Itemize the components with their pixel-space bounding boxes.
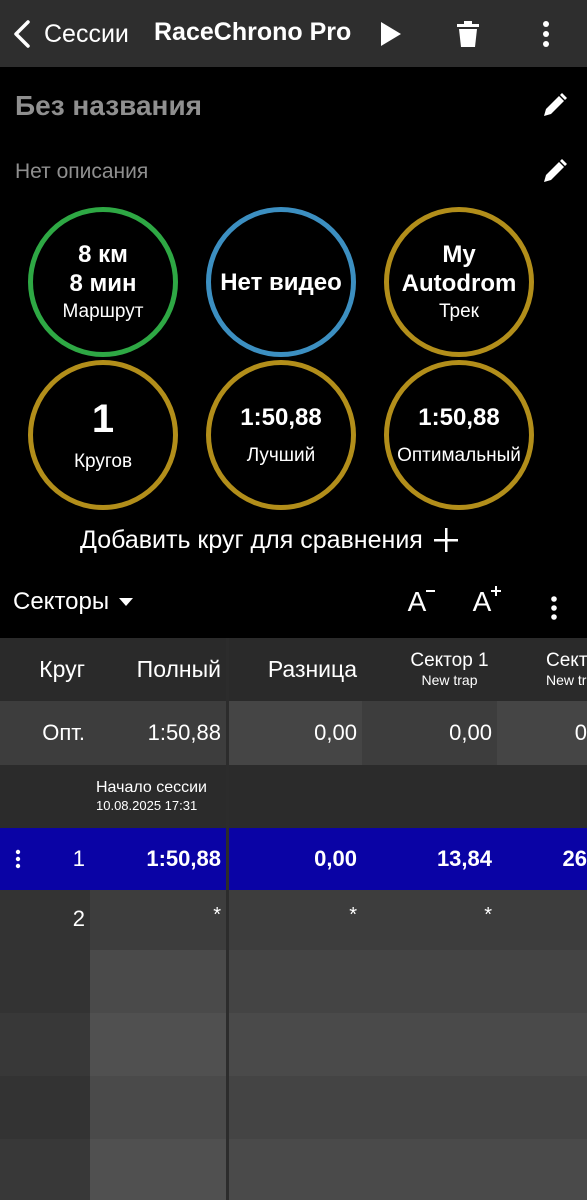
empty-full-cell [90, 1076, 226, 1139]
opt-full: 1:50,88 [147, 720, 221, 745]
lap-1-s1: 13,84 [436, 846, 492, 871]
header-diff[interactable]: Разница [226, 638, 362, 701]
empty-lap-cell [0, 1076, 90, 1139]
font-decrease-icon: A [407, 586, 427, 617]
sector-2-subtitle: New tr [546, 672, 587, 688]
empty-row [0, 950, 587, 1013]
view-mode-dropdown[interactable]: Секторы [13, 588, 134, 616]
font-increase-icon: A [472, 586, 492, 617]
play-button[interactable] [370, 14, 410, 54]
frozen-column-divider [226, 638, 229, 1200]
optimal-lap-label: Оптимальный [397, 444, 521, 466]
lap-1-diff: 0,00 [314, 846, 357, 871]
pencil-icon [544, 93, 567, 116]
lap-2-full: * [213, 904, 221, 926]
laps-circle[interactable]: 1 Кругов [28, 360, 178, 510]
session-start-label: Начало сессии 10.08.2025 17:31 [96, 779, 207, 815]
header-full[interactable]: Полный [90, 638, 226, 701]
video-status: Нет видео [220, 268, 342, 296]
best-lap-circle[interactable]: 1:50,88 Лучший [206, 360, 356, 510]
empty-row [0, 1076, 587, 1139]
lap-1-s2: 26 [562, 846, 587, 871]
more-vertical-icon [543, 21, 549, 47]
table-row[interactable]: 1 1:50,88 0,00 13,84 26 [0, 828, 587, 890]
table-row[interactable]: 2 * * * [0, 890, 587, 950]
route-distance: 8 км [78, 241, 128, 268]
lap-1-full: 1:50,88 [146, 846, 221, 871]
sector-2-title: Сект [546, 650, 587, 671]
sector-1-title: Сектор 1 [410, 650, 489, 671]
view-mode-label: Секторы [13, 588, 110, 615]
edit-name-button[interactable] [534, 86, 574, 126]
table-options-button[interactable] [532, 586, 576, 630]
empty-lap-cell [0, 1013, 90, 1076]
trash-icon [457, 21, 479, 47]
header-sector-2[interactable]: Сект New tr [542, 638, 587, 701]
route-label: Маршрут [62, 301, 144, 322]
caret-down-icon [119, 598, 134, 606]
empty-row [0, 1139, 587, 1200]
track-name-line2: Autodrom [401, 270, 517, 297]
optimal-row[interactable]: Опт. 1:50,88 0,00 0,00 0 [0, 701, 587, 765]
table-toolbar: Секторы A A [0, 578, 587, 636]
edit-description-button[interactable] [534, 152, 574, 192]
laps-table: Круг Полный Разница Сектор 1 New trap Се… [0, 638, 587, 1200]
plus-mark-icon [491, 586, 502, 596]
best-lap-label: Лучший [246, 444, 316, 466]
table-header: Круг Полный Разница Сектор 1 New trap Се… [0, 638, 587, 701]
empty-lap-cell [0, 950, 90, 1013]
back-button[interactable]: Сессии [10, 14, 140, 54]
lap-2-number: 2 [0, 890, 90, 950]
header-lap[interactable]: Круг [0, 638, 90, 701]
lap-2-s1: * [484, 904, 492, 926]
increase-font-button[interactable]: A [466, 586, 510, 630]
track-label: Трек [439, 301, 479, 322]
add-comparison-lap-label: Добавить круг для сравнения [80, 525, 423, 554]
empty-row [0, 1013, 587, 1076]
best-lap-time: 1:50,88 [240, 403, 322, 431]
session-name: Без названия [15, 90, 203, 121]
chevron-left-icon [14, 20, 30, 48]
lap-1-number: 1 [72, 846, 85, 871]
session-description: Нет описания [15, 160, 149, 183]
optimal-lap-time: 1:50,88 [418, 403, 500, 431]
route-circle[interactable]: 8 км 8 мин Маршрут [28, 207, 178, 357]
empty-lap-cell [0, 1139, 90, 1200]
track-circle[interactable]: My Autodrom Трек [384, 207, 534, 357]
decrease-font-button[interactable]: A [400, 586, 444, 630]
header-sector-1[interactable]: Сектор 1 New trap [362, 638, 542, 701]
back-label: Сессии [44, 19, 129, 48]
play-icon [381, 22, 401, 46]
optimal-lap-circle[interactable]: 1:50,88 Оптимальный [384, 360, 534, 510]
session-start-datetime: 10.08.2025 17:31 [96, 798, 198, 813]
lap-2-s2 [497, 890, 587, 950]
pencil-icon [544, 159, 567, 182]
track-name-line1: My [442, 241, 476, 268]
opt-s1: 0,00 [449, 720, 492, 745]
minus-mark-icon [426, 590, 436, 592]
add-comparison-lap-button[interactable]: Добавить круг для сравнения [80, 520, 459, 560]
opt-s2: 0 [497, 701, 587, 765]
route-duration: 8 мин [69, 270, 137, 297]
lap-2-diff: * [349, 904, 357, 926]
session-start-row: Начало сессии 10.08.2025 17:31 [0, 765, 587, 828]
sector-1-subtitle: New trap [421, 672, 478, 688]
laps-count: 1 [91, 397, 115, 441]
session-start-title: Начало сессии [96, 779, 207, 796]
delete-button[interactable] [448, 14, 488, 54]
app-title: RaceChrono Pro [154, 18, 352, 46]
empty-full-cell [90, 1139, 226, 1200]
empty-full-cell [90, 950, 226, 1013]
opt-diff: 0,00 [226, 701, 362, 765]
video-circle[interactable]: Нет видео [206, 207, 356, 357]
plus-icon [433, 528, 458, 552]
opt-lap: Опт. [42, 720, 85, 745]
overflow-menu-button[interactable] [526, 14, 566, 54]
empty-full-cell [90, 1013, 226, 1076]
more-vertical-icon [551, 596, 557, 620]
top-app-bar: Сессии RaceChrono Pro [0, 0, 587, 67]
laps-label: Кругов [73, 451, 133, 472]
